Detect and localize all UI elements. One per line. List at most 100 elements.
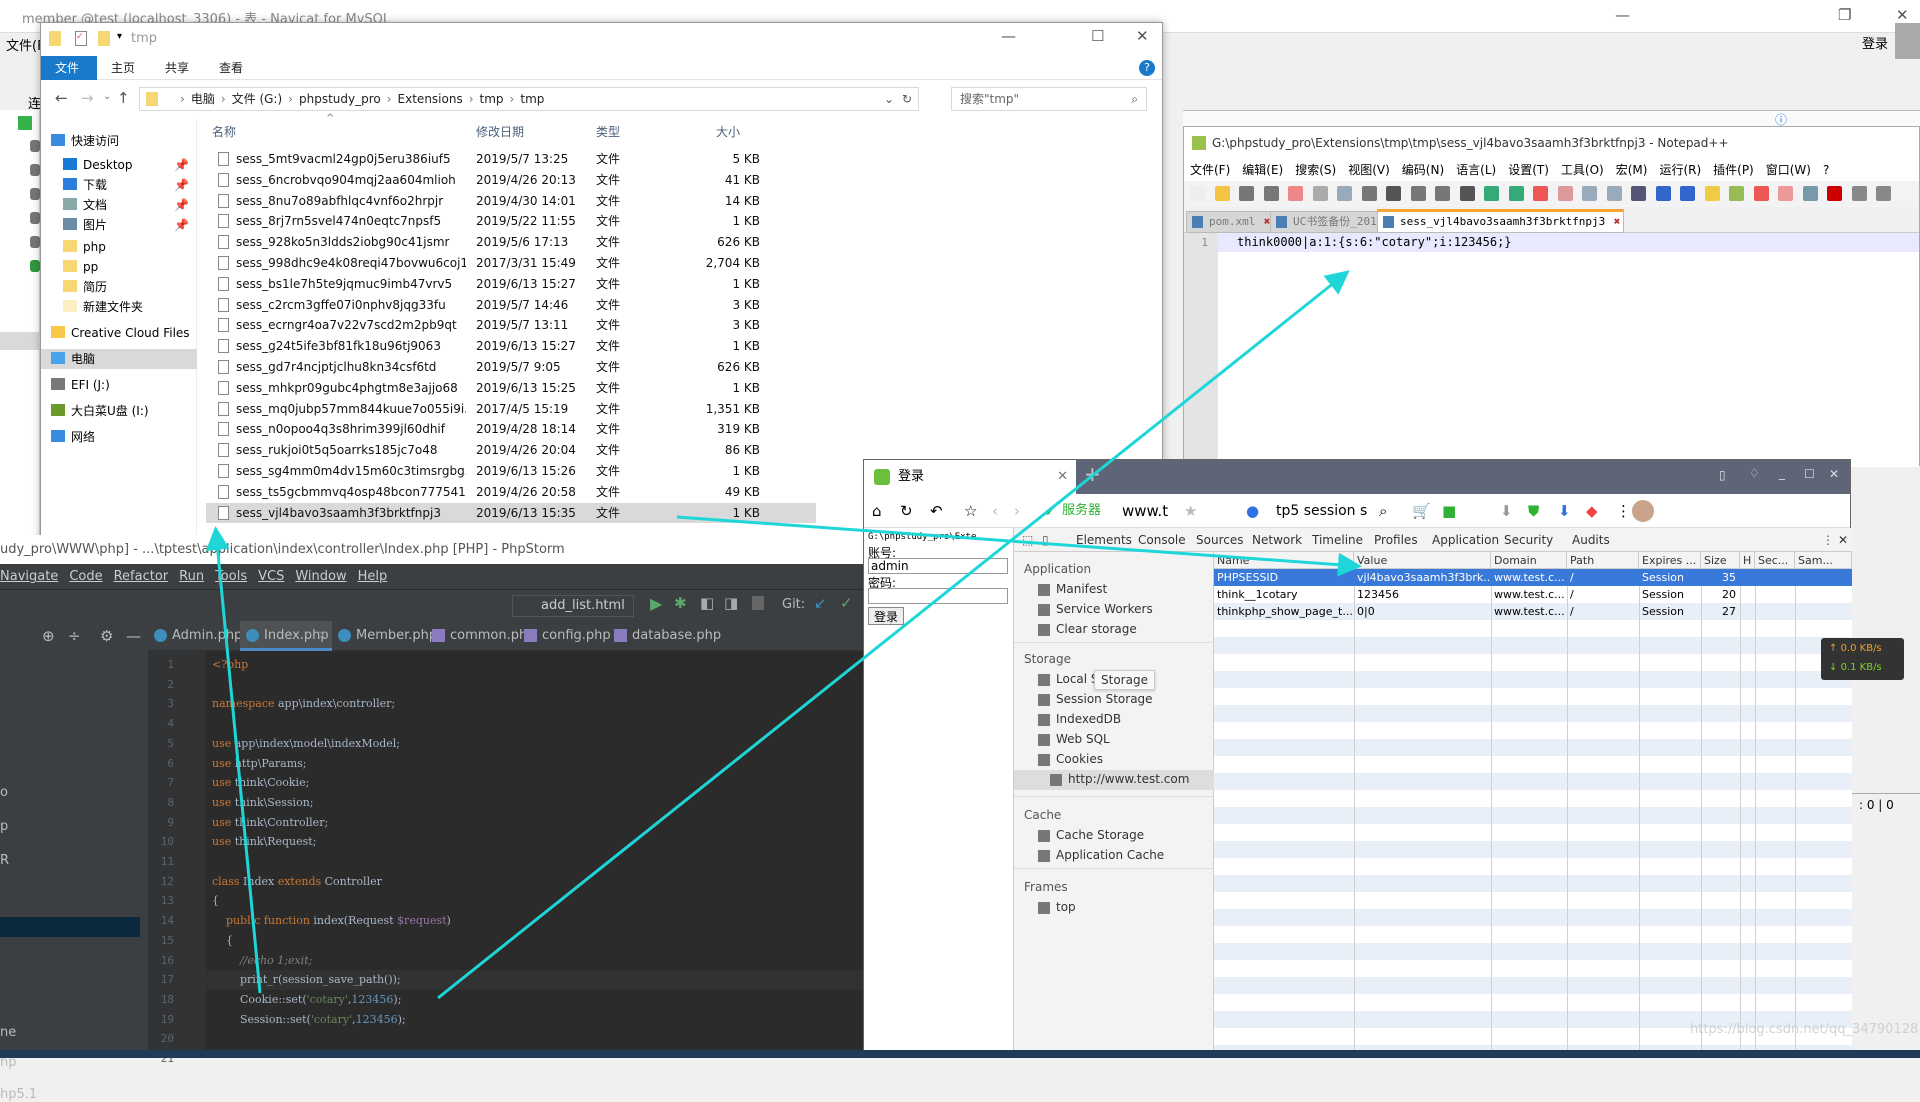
toolbar-button[interactable]	[1606, 186, 1622, 201]
app-icon[interactable]: ◆	[1586, 494, 1598, 528]
skin-icon[interactable]: ♢	[1749, 466, 1760, 480]
refresh-icon[interactable]: ↻	[902, 88, 912, 110]
ribbon-tab-view[interactable]: 查看	[205, 56, 257, 80]
menu-item[interactable]: 编码(N)	[1402, 163, 1444, 177]
code-line[interactable]: use app\index\model\indexModel;	[212, 734, 400, 754]
menu-item[interactable]: 设置(T)	[1508, 163, 1549, 177]
cookie-row[interactable]: think__1cotary 123456 www.test.c... / Sessio…	[1214, 586, 1852, 603]
home-icon[interactable]: ⌂	[872, 494, 882, 528]
profile-icon[interactable]: ◨	[724, 594, 738, 612]
devtools-tab[interactable]: Profiles	[1374, 528, 1418, 552]
editor-tab[interactable]: Admin.php×	[148, 621, 242, 673]
menu-item[interactable]: VCS	[258, 569, 284, 584]
code-line[interactable]: //echo 1;exit;	[212, 951, 312, 971]
column-header[interactable]: Name	[1214, 552, 1354, 569]
menu-item[interactable]: 视图(V)	[1348, 163, 1390, 177]
settings-gear-icon[interactable]: ⚙	[100, 627, 113, 645]
menu-item[interactable]: ?	[1823, 163, 1829, 177]
menu-item[interactable]: Run	[179, 569, 204, 584]
nav-item[interactable]: 新建文件夹	[51, 297, 195, 317]
column-header[interactable]: Sec...	[1755, 552, 1795, 569]
sidebar-item-web-sql[interactable]: Web SQL	[1038, 732, 1110, 746]
project-tree-item[interactable]: ne	[0, 1025, 16, 1040]
help-icon[interactable]: ?	[1139, 60, 1155, 76]
devtools-tab[interactable]: Sources	[1196, 528, 1243, 552]
menu-item[interactable]: 文件(F)	[1190, 163, 1230, 177]
file-row[interactable]: sess_mhkpr09gubc4phgtm8e3ajjo68 2019/6/13…	[206, 378, 816, 398]
reload-icon[interactable]: ↻	[900, 494, 913, 528]
browser-search-input[interactable]: tp5 session s	[1276, 494, 1367, 528]
menu-item[interactable]: 语言(L)	[1456, 163, 1496, 177]
sidebar-item-manifest[interactable]: Manifest	[1038, 582, 1107, 596]
devtools-tab[interactable]: Timeline	[1312, 528, 1363, 552]
menu-item[interactable]: 运行(R)	[1659, 163, 1701, 177]
menu-item[interactable]: Tools	[215, 569, 247, 584]
extension-icon[interactable]: ⬇	[1558, 494, 1571, 528]
stop-icon[interactable]	[752, 596, 764, 610]
nav-item[interactable]: 下载 📌	[51, 175, 195, 195]
inspect-icon[interactable]: ⬚	[1022, 528, 1033, 552]
toolbar-button[interactable]	[1729, 186, 1744, 201]
toolbar-button[interactable]	[1239, 186, 1254, 201]
login-link[interactable]: 登录	[1862, 33, 1888, 52]
column-header-size[interactable]: 大小	[716, 123, 740, 140]
file-row[interactable]: sess_ts5gcbmmvq4osp48bcon777541 2019/4/26…	[206, 482, 816, 502]
code-line[interactable]: namespace app\index\controller;	[212, 694, 395, 714]
nav-item[interactable]: Creative Cloud Files	[51, 323, 195, 343]
file-row[interactable]: sess_gd7r4ncjptjclhu8kn34csf6td 2019/5/7 …	[206, 357, 816, 377]
devtools-tab[interactable]: Console	[1138, 528, 1186, 552]
code-line[interactable]: public function index(Request $request)	[212, 911, 451, 931]
sidebar-item-cache-storage[interactable]: Cache Storage	[1038, 828, 1144, 842]
cookie-row[interactable]: PHPSESSID vjl4bavo3saamh3f3brk... www.test…	[1214, 569, 1852, 586]
sidebar-item-indexeddb[interactable]: IndexedDB	[1038, 712, 1121, 726]
cookie-row[interactable]: thinkphp_show_page_t... 0|0 www.test.c... /…	[1214, 603, 1852, 620]
account-input[interactable]: admin	[868, 558, 1008, 574]
debug-icon[interactable]: ✱	[674, 594, 687, 612]
code-editor[interactable]: <?php namespace app\index\controller; use …	[206, 651, 863, 1050]
toolbar-button[interactable]	[1557, 186, 1573, 201]
quick-access-dropdown-icon[interactable]: ▾	[117, 31, 122, 42]
git-update-icon[interactable]: ↙	[814, 594, 827, 612]
nav-item[interactable]: 大白菜U盘 (I:)	[51, 401, 195, 421]
editor-tab[interactable]: config.php×	[518, 621, 611, 673]
back-icon[interactable]: ‹	[992, 494, 998, 528]
close-tab-icon[interactable]: ×	[317, 621, 328, 651]
user-avatar[interactable]	[1632, 500, 1654, 522]
run-configuration-select[interactable]: add_list.html ▾	[512, 595, 634, 633]
menu-item[interactable]: 窗口(W)	[1766, 163, 1811, 177]
forward-icon[interactable]: ›	[1014, 494, 1020, 528]
nav-item[interactable]: Desktop 📌	[51, 155, 195, 175]
ribbon-tab-home[interactable]: 主页	[97, 56, 149, 80]
browser-tab[interactable]: 登录 ✕	[864, 460, 1076, 494]
toolbar-button[interactable]	[1876, 186, 1891, 201]
toolbar-button[interactable]	[1337, 186, 1352, 201]
device-mode-icon[interactable]: ▯	[1042, 528, 1049, 552]
nav-item[interactable]: php	[51, 237, 195, 257]
editor-tab[interactable]: common.php×	[426, 621, 536, 673]
code-line[interactable]: class Index extends Controller	[212, 872, 382, 892]
menu-icon[interactable]: ⋮	[1616, 494, 1631, 528]
code-line[interactable]: print_r(session_save_path());	[212, 970, 401, 990]
file-row[interactable]: sess_vjl4bavo3saamh3f3brktfnpj3 2019/6/13…	[206, 502, 816, 523]
notepad-tab[interactable]: pom.xml ✖	[1186, 211, 1275, 233]
devtools-tab[interactable]: Security	[1504, 528, 1553, 552]
toolbar-button[interactable]	[1214, 186, 1230, 201]
nav-item[interactable]: 文档 📌	[51, 195, 195, 215]
code-line[interactable]: use think\Session;	[212, 793, 314, 813]
file-row[interactable]: sess_998dhc9e4k08reqi47bovwu6coj1... 2017…	[206, 253, 816, 273]
menu-item[interactable]: 工具(O)	[1561, 163, 1604, 177]
close-button[interactable]: ✕	[1896, 6, 1909, 24]
locate-icon[interactable]: ⊕	[42, 627, 55, 645]
properties-icon[interactable]: ✓	[75, 31, 87, 46]
password-input[interactable]	[868, 588, 1008, 604]
code-line[interactable]: {	[212, 931, 233, 951]
toolbar-button[interactable]	[1704, 186, 1720, 201]
close-button[interactable]: ✕	[1136, 27, 1149, 45]
maximize-button[interactable]: ☐	[1091, 27, 1104, 45]
toolbar-button[interactable]	[1484, 186, 1499, 201]
nav-item[interactable]: pp	[51, 257, 195, 277]
cart-icon[interactable]: 🛒	[1412, 494, 1431, 528]
file-row[interactable]: sess_8rj7rn5svel474n0eqtc7npsf5 2019/5/22…	[206, 211, 816, 231]
devtools-tab[interactable]: Elements	[1076, 528, 1132, 552]
window-mode-icon[interactable]: ▯	[1719, 468, 1726, 482]
